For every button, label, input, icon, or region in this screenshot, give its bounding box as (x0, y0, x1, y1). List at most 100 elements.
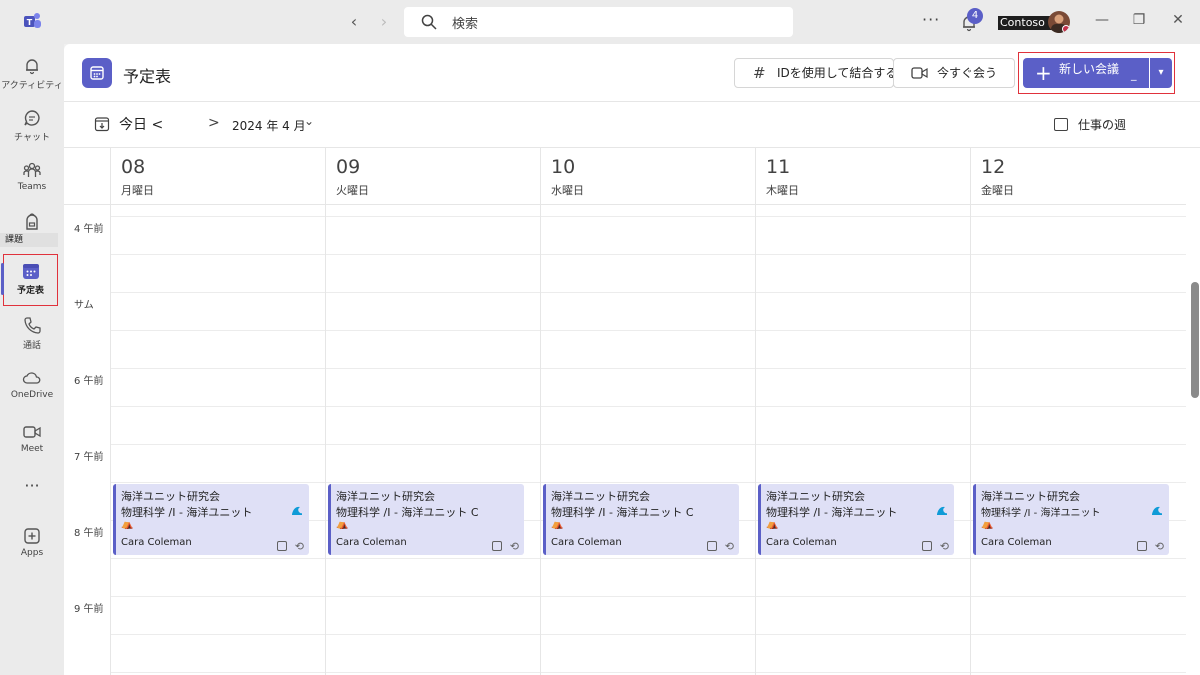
next-week-button[interactable]: > (208, 115, 220, 131)
event-organizer: Cara Coleman (766, 537, 837, 548)
page-title: 予定表 (123, 67, 172, 86)
title-bar: T ‹ › 検索 ··· 4 Contoso s — ❐ ✕ (0, 0, 1200, 44)
more-options-button[interactable]: ··· (922, 10, 940, 29)
calendar-event[interactable]: 海洋ユニット研究会 物理科学 /I - 海洋ユニット ⛺ Cara Colema… (113, 484, 309, 555)
calendar-header: 予定表 # IDを使用して結合する 今すぐ会う + 新しい会議 _ ▾ (64, 44, 1200, 102)
school-icon: ⛺ (766, 519, 779, 530)
today-icon[interactable] (94, 116, 110, 132)
new-meeting-dropdown[interactable]: ▾ (1150, 58, 1172, 88)
meet-now-button[interactable]: 今すぐ会う (893, 58, 1015, 88)
event-organizer: Cara Coleman (121, 537, 192, 548)
close-button[interactable]: ✕ (1170, 12, 1186, 32)
calendar-event[interactable]: 海洋ユニット研究会 物理科学 /I - 海洋ユニット ⛺ Cara Colema… (758, 484, 954, 555)
wave-icon (292, 506, 302, 515)
view-switcher[interactable]: 仕事の週 (1078, 116, 1126, 133)
recurring-icon: ⟲ (509, 540, 519, 553)
recurring-icon: ⟲ (294, 540, 304, 553)
chevron-down-icon[interactable]: ⌄ (304, 114, 314, 128)
rail-item-calendar[interactable]: 予定表 (1, 254, 58, 306)
day-name: 木曜日 (766, 184, 799, 197)
calendar-event[interactable]: 海洋ユニット研究会 物理科学 /I - 海洋ユニット C ⛺ Cara Cole… (543, 484, 739, 555)
search-placeholder: 検索 (452, 17, 479, 32)
join-with-id-button[interactable]: # IDを使用して結合する (734, 58, 898, 88)
event-subtitle: 物理科学 /I - 海洋ユニット (121, 506, 253, 519)
time-label: 9 午前 (74, 604, 104, 615)
view-icon[interactable] (1054, 118, 1068, 131)
school-icon: ⛺ (121, 519, 134, 530)
day-column[interactable]: 11 木曜日 海洋ユニット研究会 物理科学 /I - 海洋ユニット ⛺ Cara… (755, 148, 970, 675)
calendar-event[interactable]: 海洋ユニット研究会 物理科学 /I - 海洋ユニット C ⛺ Cara Cole… (328, 484, 524, 555)
backpack-icon (26, 213, 38, 230)
hash-icon: # (753, 64, 766, 82)
vertical-scrollbar[interactable] (1188, 148, 1200, 675)
event-title: 海洋ユニット研究会 (766, 490, 865, 503)
rail-item-meet[interactable]: Meet (0, 416, 64, 466)
time-label: 7 午前 (74, 452, 104, 463)
apps-icon (24, 528, 40, 544)
event-organizer: Cara Coleman (551, 537, 622, 548)
chat-icon (24, 110, 40, 126)
day-column[interactable]: 12 金曜日 海洋ユニット研究会 物理科学 /I - 海洋ユニット ⛺ Cara… (970, 148, 1185, 675)
day-column[interactable]: 08 月曜日 海洋ユニット研究会 物理科学 /I - 海洋ユニット ⛺ Cara… (110, 148, 325, 675)
new-meeting-highlight: + 新しい会議 _ ▾ (1018, 52, 1175, 94)
rail-item-onedrive[interactable]: OneDrive (0, 362, 64, 412)
time-label: 6 午前 (74, 376, 104, 387)
notes-icon (277, 541, 287, 551)
forward-arrow-icon[interactable]: › (374, 12, 394, 32)
time-label: 4 午前 (74, 224, 104, 235)
time-label: サム (74, 300, 94, 311)
wave-icon (937, 506, 947, 515)
rail-label: Meet (20, 444, 44, 454)
calendar-app-icon (82, 58, 112, 88)
minimize-button[interactable]: — (1094, 12, 1110, 32)
rail-label: 予定表 (16, 286, 44, 296)
rail-item-calls[interactable]: 通話 (0, 310, 64, 360)
new-meeting-suffix: _ (1131, 68, 1137, 81)
new-meeting-button[interactable]: + 新しい会議 _ (1023, 58, 1149, 88)
maximize-button[interactable]: ❐ (1131, 12, 1147, 32)
event-subtitle: 物理科学 /I - 海洋ユニット C (551, 506, 694, 519)
day-column[interactable]: 09 火曜日 海洋ユニット研究会 物理科学 /I - 海洋ユニット C ⛺ Ca… (325, 148, 540, 675)
teams-icon (23, 162, 41, 177)
calendar-nav-bar: 今日 < > 2024 年 4 月 ⌄ 仕事の週 (64, 102, 1200, 148)
scrollbar-thumb[interactable] (1191, 282, 1199, 398)
event-subtitle: 物理科学 /I - 海洋ユニット C (336, 506, 479, 519)
search-icon (421, 14, 437, 30)
day-number: 10 (551, 156, 576, 178)
calendar-event[interactable]: 海洋ユニット研究会 物理科学 /I - 海洋ユニット ⛺ Cara Colema… (973, 484, 1169, 555)
calendar-icon (90, 66, 104, 80)
notification-badge: 4 (967, 8, 983, 24)
notes-icon (492, 541, 502, 551)
event-subtitle: 物理科学 /I - 海洋ユニット (766, 506, 898, 519)
join-with-id-label: IDを使用して結合する (777, 66, 898, 80)
recurring-icon: ⟲ (724, 540, 734, 553)
video-icon (911, 67, 928, 79)
school-icon: ⛺ (981, 519, 994, 530)
notes-icon (922, 541, 932, 551)
rail-more-button[interactable]: ··· (0, 476, 64, 500)
wave-icon (1152, 506, 1162, 515)
month-label[interactable]: 2024 年 4 月 (232, 117, 306, 134)
event-title: 海洋ユニット研究会 (551, 490, 650, 503)
notes-icon (707, 541, 717, 551)
today-button[interactable]: 今日 < (119, 114, 163, 134)
meet-now-label: 今すぐ会う (937, 66, 998, 80)
day-number: 11 (766, 156, 791, 178)
back-arrow-icon[interactable]: ‹ (344, 12, 364, 32)
presence-busy-icon (1062, 25, 1070, 33)
plus-icon: + (1035, 61, 1052, 85)
rail-item-teams[interactable]: Teams (0, 154, 64, 204)
rail-item-activity[interactable]: アクティビティ (0, 50, 64, 100)
avatar[interactable] (1048, 11, 1070, 33)
rail-label-assignments: 課題 (0, 233, 58, 247)
phone-icon (24, 317, 41, 334)
notes-icon (1137, 541, 1147, 551)
day-name: 月曜日 (121, 184, 154, 197)
rail-label: チャット (14, 133, 50, 143)
day-column[interactable]: 10 水曜日 海洋ユニット研究会 物理科学 /I - 海洋ユニット C ⛺ Ca… (540, 148, 755, 675)
search-input[interactable]: 検索 (404, 7, 793, 37)
rail-item-chat[interactable]: チャット (0, 102, 64, 152)
rail-item-apps[interactable]: Apps (0, 520, 64, 570)
event-title: 海洋ユニット研究会 (121, 490, 220, 503)
recurring-icon: ⟲ (1154, 540, 1164, 553)
